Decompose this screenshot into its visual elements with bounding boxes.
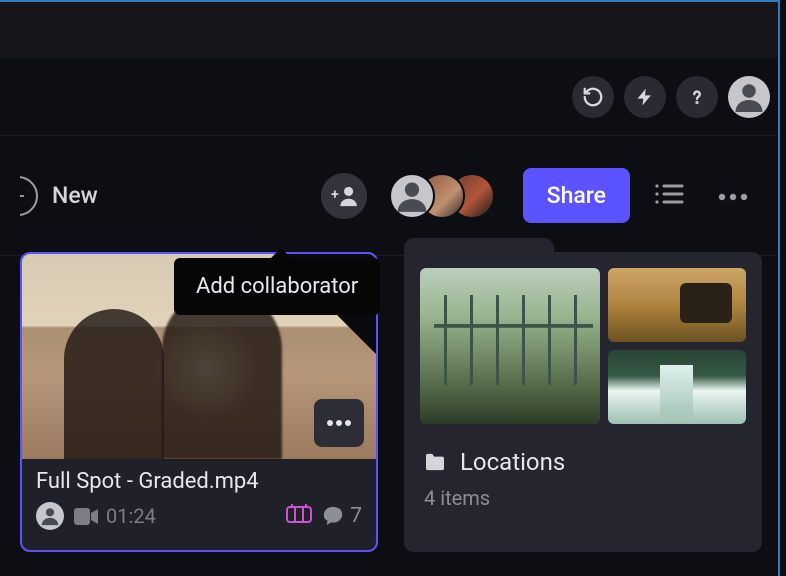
folder-thumb-small — [608, 268, 746, 342]
folder-icon — [424, 453, 446, 471]
new-button[interactable]: + New — [20, 176, 98, 216]
owner-avatar[interactable] — [36, 502, 64, 530]
list-view-button[interactable] — [644, 176, 694, 216]
more-options-button[interactable] — [708, 180, 758, 211]
folder-tab — [404, 238, 554, 258]
share-button-label: Share — [547, 182, 606, 209]
comment-count[interactable]: 7 — [322, 504, 362, 528]
workflow-status-icon[interactable] — [286, 503, 312, 529]
folder-thumb-main — [420, 268, 600, 424]
ellipsis-icon — [326, 419, 352, 427]
add-person-icon: + — [331, 185, 357, 207]
person-icon — [39, 505, 61, 527]
asset-options-button[interactable] — [314, 399, 364, 447]
folder-thumb-small — [608, 350, 746, 424]
folder-item-count: 4 items — [424, 486, 742, 510]
folder-thumbnails — [404, 252, 762, 440]
asset-info: Full Spot - Graded.mp4 01:24 7 — [22, 459, 376, 550]
plus-circle-icon: + — [20, 176, 42, 216]
comment-icon — [322, 505, 344, 527]
ellipsis-icon — [718, 193, 748, 201]
share-button[interactable]: Share — [523, 168, 630, 223]
folder-info: Locations 4 items — [404, 440, 762, 528]
add-collaborator-button[interactable]: + — [321, 173, 367, 219]
tooltip-text: Add collaborator — [196, 274, 358, 299]
person-icon — [393, 177, 431, 215]
folder-card[interactable]: Locations 4 items — [404, 252, 762, 552]
new-button-label: New — [52, 182, 98, 209]
folder-name: Locations — [460, 448, 565, 476]
collaborator-avatar-stack[interactable] — [381, 173, 495, 219]
toolbar-row: + New + Share — [0, 136, 778, 256]
comment-number: 7 — [350, 504, 362, 528]
svg-text:+: + — [331, 186, 339, 202]
list-icon — [654, 182, 684, 206]
asset-title: Full Spot - Graded.mp4 — [36, 469, 362, 494]
asset-type-duration: 01:24 — [74, 504, 156, 528]
asset-meta-row: 01:24 7 — [36, 502, 362, 530]
collaborator-avatar[interactable] — [389, 173, 435, 219]
video-icon — [74, 508, 98, 525]
add-collaborator-tooltip: Add collaborator — [174, 258, 380, 315]
asset-duration: 01:24 — [106, 504, 156, 528]
content-grid: Full Spot - Graded.mp4 01:24 7 — [20, 252, 762, 552]
